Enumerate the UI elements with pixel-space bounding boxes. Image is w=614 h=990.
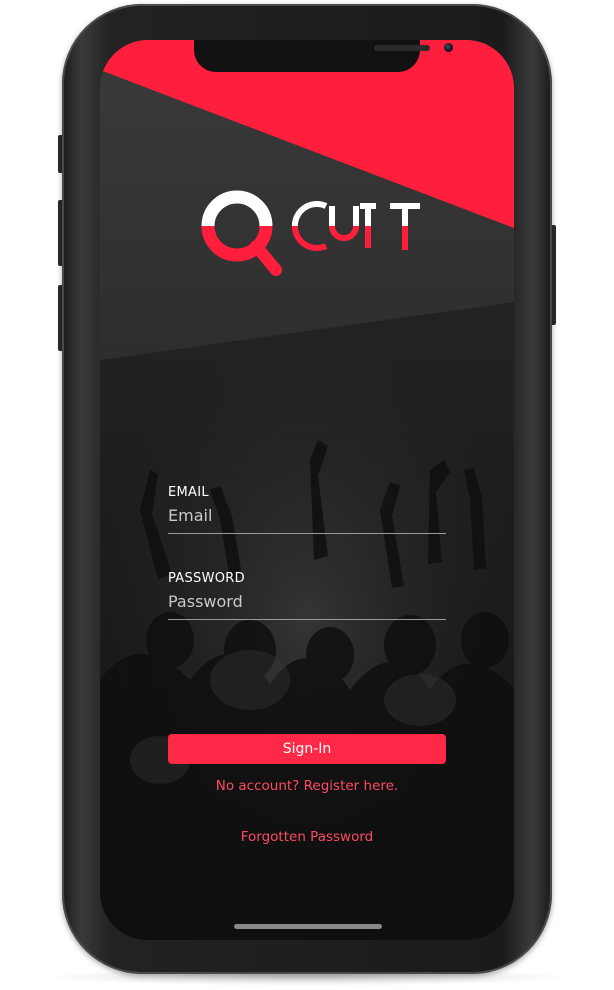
qcut-logo [201,190,420,276]
email-field[interactable] [168,502,446,534]
signin-button[interactable]: Sign-In [168,734,446,764]
login-screen: EMAIL PASSWORD Sign-In No account? Regis… [100,40,514,940]
forgot-password-link[interactable]: Forgotten Password [168,829,446,845]
email-label: EMAIL [168,485,209,500]
front-camera-icon [444,43,453,52]
login-form: EMAIL PASSWORD [168,484,448,656]
mockup-stage: EMAIL PASSWORD Sign-In No account? Regis… [0,0,614,990]
email-field-group: EMAIL [168,484,448,534]
password-field-group: PASSWORD [168,570,448,620]
phone-notch [194,40,453,72]
password-field[interactable] [168,588,446,620]
register-link[interactable]: No account? Register here. [168,778,446,794]
password-label: PASSWORD [168,571,245,586]
home-indicator[interactable] [234,924,382,929]
earpiece-speaker-icon [374,45,430,51]
